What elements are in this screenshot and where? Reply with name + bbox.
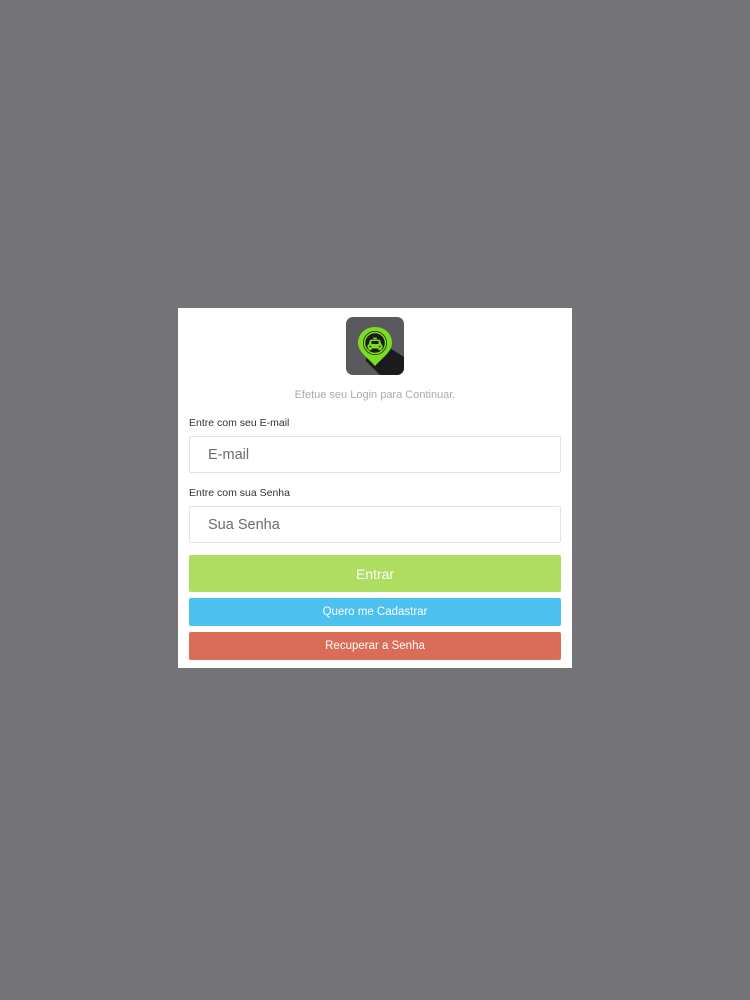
password-label: Entre com sua Senha <box>189 487 290 499</box>
recover-password-button[interactable]: Recuperar a Senha <box>189 632 561 660</box>
register-button[interactable]: Quero me Cadastrar <box>189 598 561 626</box>
taxi-location-pin-icon <box>358 327 404 375</box>
login-subtitle: Efetue seu Login para Continuar. <box>294 389 456 401</box>
login-card: Efetue seu Login para Continuar. Entre c… <box>178 308 572 668</box>
app-logo <box>346 317 404 375</box>
email-field[interactable] <box>189 436 561 473</box>
login-button[interactable]: Entrar <box>189 555 561 592</box>
password-field[interactable] <box>189 506 561 543</box>
email-label: Entre com seu E-mail <box>189 417 290 429</box>
